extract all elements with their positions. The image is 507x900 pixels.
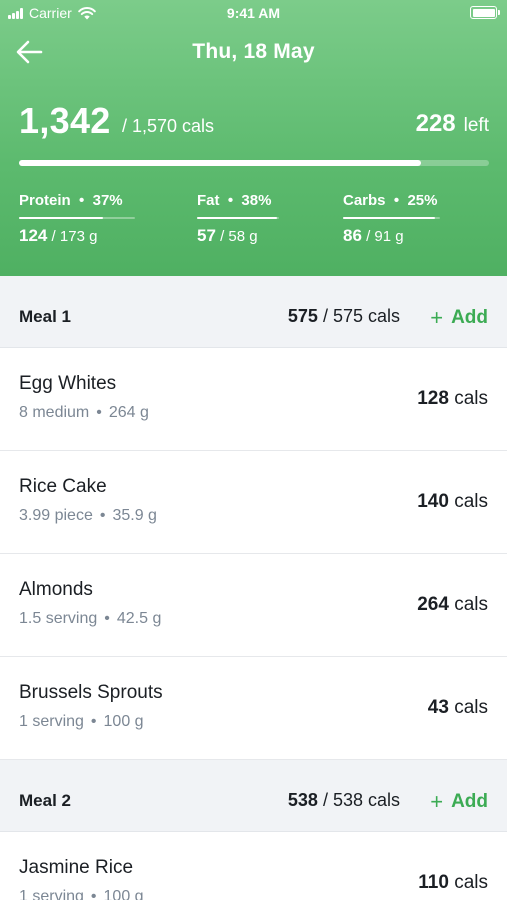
food-calories: 140 cals <box>417 491 488 512</box>
food-name: Brussels Sprouts <box>19 682 163 703</box>
food-serving: 1 serving • 100 g <box>19 713 144 730</box>
calories-goal: / 1,570 cals <box>122 116 215 136</box>
calories-left-label: left <box>463 115 489 136</box>
battery-icon <box>470 6 500 19</box>
food-calories: 128 cals <box>417 388 488 409</box>
macro-label: Carbs • 25% <box>343 192 438 209</box>
food-row[interactable]: Rice Cake 3.99 piece • 35.9 g 140 cals <box>0 451 507 554</box>
food-calories: 264 cals <box>417 594 488 615</box>
macro-progress-bar <box>197 217 279 219</box>
status-time: 9:41 AM <box>226 5 281 21</box>
food-serving: 8 medium • 264 g <box>19 404 149 421</box>
food-row[interactable]: Egg Whites 8 medium • 264 g 128 cals <box>0 348 507 451</box>
date-title[interactable]: Thu, 18 May <box>0 40 507 64</box>
macro-value: 124 / 173 g <box>19 226 98 245</box>
macro-value: 86 / 91 g <box>343 226 404 245</box>
meal-title: Meal 2 <box>19 791 71 810</box>
food-calories: 110 cals <box>418 872 488 893</box>
food-serving: 1 serving • 100 g <box>19 888 144 900</box>
calorie-progress-bar <box>19 160 489 166</box>
meal-title: Meal 1 <box>19 307 71 326</box>
meal-list: Meal 1 575 / 575 cals + Add Egg Whites 8… <box>0 276 507 900</box>
food-name: Egg Whites <box>19 373 117 394</box>
plus-icon: + <box>430 789 444 814</box>
food-row[interactable]: Jasmine Rice 1 serving • 100 g 110 cals <box>0 832 507 900</box>
calories-left-value: 228 <box>415 110 456 137</box>
food-row[interactable]: Brussels Sprouts 1 serving • 100 g 43 cals <box>0 657 507 760</box>
meal-header: Meal 1 575 / 575 cals + Add <box>0 276 507 348</box>
macro-progress-fill <box>343 217 436 219</box>
calorie-progress-fill <box>19 160 421 166</box>
calories-eaten: 1,342 <box>19 100 111 141</box>
meal-calories: 575 / 575 cals <box>287 306 400 326</box>
macro-value: 57 / 58 g <box>197 226 258 245</box>
calories-left: 228 left <box>416 110 489 138</box>
macro-fat: Fat • 38% 57 / 58 g <box>197 192 279 246</box>
macro-progress-fill <box>19 217 103 219</box>
macro-protein: Protein • 37% 124 / 173 g <box>19 192 135 246</box>
food-name: Jasmine Rice <box>19 857 134 878</box>
meal-header: Meal 2 538 / 538 cals + Add <box>0 760 507 832</box>
plus-icon: + <box>430 305 444 330</box>
add-food-button[interactable]: + Add <box>430 789 488 815</box>
food-name: Almonds <box>19 579 93 600</box>
food-name: Rice Cake <box>19 476 107 497</box>
add-food-button[interactable]: + Add <box>430 305 488 331</box>
status-bar: Carrier 9:41 AM <box>0 0 507 26</box>
food-serving: 3.99 piece • 35.9 g <box>19 507 157 524</box>
food-calories: 43 cals <box>427 697 488 718</box>
macro-progress-bar <box>343 217 440 219</box>
macro-label: Protein • 37% <box>19 192 123 209</box>
macro-progress-fill <box>197 217 278 219</box>
food-serving: 1.5 serving • 42.5 g <box>19 610 162 627</box>
meal-calories: 538 / 538 cals <box>287 790 400 810</box>
macro-label: Fat • 38% <box>197 192 272 209</box>
macro-progress-bar <box>19 217 135 219</box>
summary-header: Carrier 9:41 AM Thu, 18 May 1,342 / 1,57… <box>0 0 507 276</box>
food-row[interactable]: Almonds 1.5 serving • 42.5 g 264 cals <box>0 554 507 657</box>
macro-carbs: Carbs • 25% 86 / 91 g <box>343 192 440 246</box>
